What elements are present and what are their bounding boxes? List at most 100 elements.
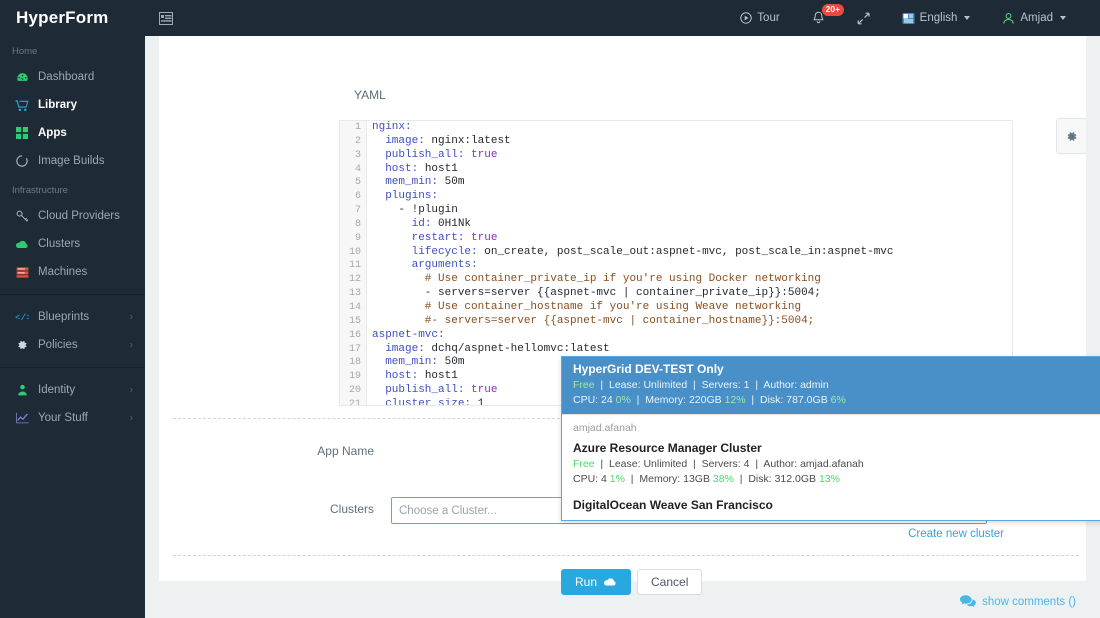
run-button[interactable]: Run (561, 569, 632, 595)
brand-title: HyperForm (16, 8, 109, 27)
sidebar-item-image-builds[interactable]: Image Builds (0, 147, 145, 175)
create-new-cluster-link[interactable]: Create new cluster (908, 528, 1004, 540)
servers-label: Servers: 1 (701, 379, 750, 391)
sidebar-item-label: Your Stuff (38, 412, 88, 424)
sidebar-item-apps[interactable]: Apps (0, 119, 145, 147)
dropdown-item-meta-2: CPU: 24 0% | Memory: 220GB 12% | Disk: 7… (573, 393, 1100, 408)
sidebar-collapse-icon[interactable] (145, 11, 187, 25)
disk-label: Disk: 312.0GB (748, 473, 817, 485)
sidebar-separator (0, 367, 145, 368)
sep: | (748, 394, 758, 406)
sep: | (597, 458, 607, 470)
sidebar-separator (0, 294, 145, 295)
line-number: 19 (348, 371, 361, 383)
sidebar-item-machines[interactable]: Machines (0, 258, 145, 286)
cancel-button[interactable]: Cancel (637, 569, 703, 595)
show-comments-button[interactable]: show comments () (960, 595, 1076, 608)
show-comments-label: show comments () (982, 595, 1076, 608)
cluster-suggestions-dropdown[interactable]: HyperGrid DEV-TEST Only Free | Lease: Un… (561, 356, 1100, 521)
line-number: 1 (354, 122, 361, 133)
dropdown-item-partial[interactable]: DigitalOcean Weave San Francisco (562, 493, 1100, 520)
svg-text:</>: </> (15, 312, 29, 323)
sep: | (752, 379, 761, 391)
sidebar-item-label: Clusters (38, 238, 81, 250)
app-name-label: App Name (317, 444, 374, 458)
dropdown-item-meta-2: CPU: 4 1% | Memory: 13GB 38% | Disk: 312… (573, 472, 1100, 487)
line-number: 2 (354, 135, 361, 147)
code-line: image: nginx:latest (385, 134, 511, 147)
sidebar-item-blueprints[interactable]: </> Blueprints › (0, 303, 145, 331)
line-number: 3 (354, 149, 361, 161)
sidebar-item-dashboard[interactable]: Dashboard (0, 63, 145, 91)
top-bar: Tour 20+ English Amjad (145, 0, 1100, 36)
sidebar-item-label: Apps (38, 127, 67, 139)
sidebar-item-label: Blueprints (38, 311, 90, 323)
cart-icon (12, 99, 32, 112)
chevron-right-icon: › (129, 412, 133, 424)
sidebar-item-clusters[interactable]: Clusters (0, 230, 145, 258)
author-label: Author: admin (763, 379, 829, 391)
memory-percent: 38% (712, 473, 734, 485)
sidebar-item-identity[interactable]: Identity › (0, 376, 145, 404)
price-label: Free (573, 458, 595, 470)
tour-button[interactable]: Tour (724, 0, 795, 36)
chevron-right-icon: › (129, 384, 133, 396)
dropdown-item-title: Azure Resource Manager Cluster (573, 441, 762, 455)
chart-icon (12, 412, 32, 424)
disk-label: Disk: 787.0GB (760, 394, 828, 406)
memory-percent: 12% (724, 394, 746, 406)
sidebar-item-label: Image Builds (38, 155, 105, 167)
sep: | (597, 379, 607, 391)
notifications-button[interactable]: 20+ (796, 0, 845, 36)
sidebar-item-label: Library (38, 99, 77, 111)
language-label: English (919, 12, 958, 24)
sep: | (627, 473, 637, 485)
dropdown-item-meta-1: Free | Lease: Unlimited | Servers: 1 | A… (573, 378, 1100, 393)
sidebar-item-cloud-providers[interactable]: Cloud Providers (0, 202, 145, 230)
dropdown-item-selected[interactable]: HyperGrid DEV-TEST Only Free | Lease: Un… (562, 357, 1100, 414)
language-selector[interactable]: English (886, 0, 987, 36)
code-line: - !plugin (372, 204, 458, 217)
key-icon (12, 210, 32, 223)
line-number: 9 (354, 232, 361, 244)
chevron-down-icon (1060, 16, 1066, 20)
dashboard-icon (12, 71, 32, 84)
price-label: Free (573, 379, 595, 391)
settings-panel-toggle[interactable] (1056, 118, 1086, 154)
sidebar-group-title: Home (12, 46, 38, 57)
memory-label: Memory: 13GB (639, 473, 710, 485)
dropdown-item[interactable]: Azure Resource Manager Cluster Free | Le… (562, 436, 1100, 493)
author-label: Author: amjad.afanah (763, 458, 864, 470)
cpu-percent: 1% (609, 473, 625, 485)
code-line: # Use container_private_ip if you're usi… (372, 273, 821, 286)
cancel-label: Cancel (651, 575, 689, 589)
line-number: 15 (348, 315, 361, 327)
editor-line-numbers: 1 2 3 4 5 6 7 8 9 10 11 12 13 14 15 16 17 18 19 20 21 (340, 121, 367, 405)
chevron-down-icon (964, 16, 971, 20)
code-line: nginx: (372, 121, 412, 133)
fullscreen-button[interactable] (841, 0, 886, 36)
sidebar-item-label: Dashboard (38, 71, 95, 83)
line-number: 12 (348, 274, 361, 286)
user-menu[interactable]: Amjad (986, 0, 1082, 36)
main-content: YAML 1 2 3 4 5 6 7 8 9 10 11 12 13 14 15 16 17 18 19 20 21 n… (145, 36, 1100, 618)
form-row-app-name: App Name (159, 439, 391, 458)
code-line: publish_all: true (385, 148, 498, 161)
editor-format-label: YAML (354, 88, 386, 102)
cpu-label: CPU: 24 (573, 394, 613, 406)
tour-label: Tour (757, 12, 780, 24)
sep: | (690, 458, 699, 470)
sidebar-item-policies[interactable]: Policies › (0, 331, 145, 359)
sidebar-item-library[interactable]: Library (0, 91, 145, 119)
chevron-right-icon: › (129, 339, 133, 351)
dropdown-item-title: DigitalOcean Weave San Francisco (573, 498, 773, 512)
form-actions: Run Cancel (561, 569, 703, 595)
expand-arrows-icon (857, 12, 870, 24)
code-icon: </> (12, 311, 32, 323)
chevron-right-icon: › (129, 311, 133, 323)
code-line: #- servers=server {{aspnet-mvc | contain… (372, 314, 815, 327)
code-line: aspnet-mvc: (372, 328, 445, 341)
user-icon (12, 384, 32, 396)
line-number: 17 (348, 343, 361, 355)
sidebar-item-your-stuff[interactable]: Your Stuff › (0, 404, 145, 432)
